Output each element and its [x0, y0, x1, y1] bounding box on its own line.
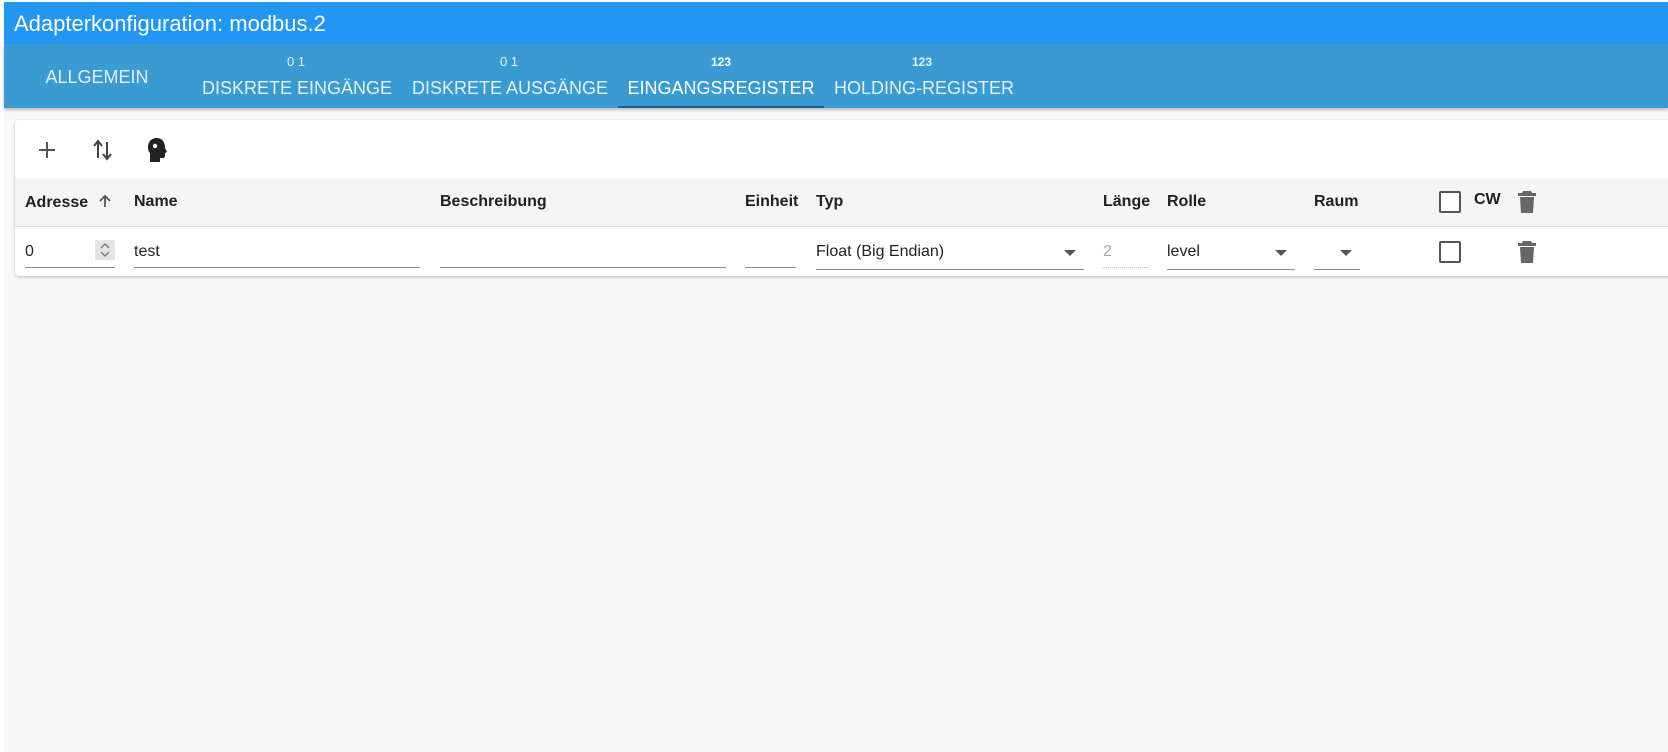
tab-label: DISKRETE EINGÄNGE	[202, 78, 393, 98]
address-value: 0	[25, 243, 34, 260]
tab-bar: ALLGEMEIN 0 1 DISKRETE EINGÄNGE 0 1 DISK…	[4, 44, 1668, 108]
column-header-role[interactable]: Rolle	[1167, 193, 1206, 211]
stepper-arrows-icon	[100, 243, 110, 257]
tab-label: DISKRETE AUSGÄNGE	[412, 78, 609, 98]
binary-icon: 0 1	[286, 54, 306, 69]
plus-icon	[39, 142, 55, 158]
dropdown-caret-icon	[1340, 250, 1352, 256]
tab-label: ALLGEMEIN	[45, 67, 149, 87]
add-row-button[interactable]	[29, 132, 65, 168]
number-stepper[interactable]	[95, 240, 115, 260]
tab-label: EINGANGSREGISTER	[627, 78, 815, 98]
name-input[interactable]: test	[134, 238, 420, 268]
row-select-checkbox[interactable]	[1439, 241, 1461, 263]
active-tab-indicator	[618, 106, 824, 108]
delete-row-button[interactable]	[1517, 240, 1537, 269]
window-title: Adapterkonfiguration: modbus.2	[14, 11, 326, 36]
sort-ascending-icon	[98, 194, 111, 207]
column-header-description[interactable]: Beschreibung	[440, 193, 547, 211]
title-bar: Adapterkonfiguration: modbus.2	[4, 2, 1668, 44]
column-header-room[interactable]: Raum	[1314, 193, 1358, 211]
sort-button[interactable]	[85, 132, 121, 168]
import-button[interactable]	[139, 132, 175, 168]
column-header-label: Adresse	[25, 194, 89, 211]
tab-diskrete-ausgaenge[interactable]: 0 1 DISKRETE AUSGÄNGE	[412, 44, 609, 108]
role-select[interactable]: level	[1167, 238, 1295, 270]
trash-icon	[1518, 241, 1536, 263]
table-row: 0 test Float (Big Endian) 2 level	[15, 227, 1668, 276]
dropdown-caret-icon	[1064, 250, 1076, 256]
dropdown-caret-icon	[1275, 250, 1287, 256]
address-input[interactable]: 0	[25, 238, 115, 268]
swap-vertical-icon	[93, 139, 112, 161]
tab-label: HOLDING-REGISTER	[834, 78, 1015, 98]
register-table-card: Adresse Name Beschreibung Einheit Typ Lä…	[15, 120, 1668, 276]
column-header-length[interactable]: Länge	[1103, 193, 1150, 211]
type-value: Float (Big Endian)	[816, 243, 945, 260]
name-value: test	[134, 243, 160, 260]
type-select[interactable]: Float (Big Endian)	[816, 238, 1084, 270]
column-header-address[interactable]: Adresse	[25, 193, 113, 212]
column-header-type[interactable]: Typ	[816, 193, 843, 211]
column-header-cw[interactable]: CW	[1474, 191, 1501, 209]
tab-allgemein[interactable]: ALLGEMEIN	[28, 44, 166, 108]
column-header-name[interactable]: Name	[134, 193, 178, 211]
unit-input[interactable]	[745, 238, 796, 268]
length-value: 2	[1103, 243, 1112, 260]
description-input[interactable]	[440, 238, 726, 268]
head-icon	[148, 138, 167, 162]
select-all-checkbox[interactable]	[1439, 191, 1461, 213]
column-header-unit[interactable]: Einheit	[745, 193, 798, 211]
table-header: Adresse Name Beschreibung Einheit Typ Lä…	[15, 178, 1668, 227]
room-select[interactable]	[1314, 238, 1360, 270]
binary-icon: 0 1	[499, 54, 519, 69]
adapter-config-window: Adapterkonfiguration: modbus.2 ALLGEMEIN…	[4, 0, 1668, 752]
tab-diskrete-eingaenge[interactable]: 0 1 DISKRETE EINGÄNGE	[202, 44, 393, 108]
numeric-icon: 123	[911, 55, 933, 69]
length-input: 2	[1103, 238, 1149, 268]
tab-eingangsregister[interactable]: 123 EINGANGSREGISTER	[618, 44, 824, 108]
role-value: level	[1167, 243, 1200, 260]
trash-icon	[1518, 191, 1536, 213]
numeric-icon: 123	[710, 55, 732, 69]
tab-holding-register[interactable]: 123 HOLDING-REGISTER	[834, 44, 1015, 108]
delete-all-button[interactable]	[1517, 190, 1537, 219]
